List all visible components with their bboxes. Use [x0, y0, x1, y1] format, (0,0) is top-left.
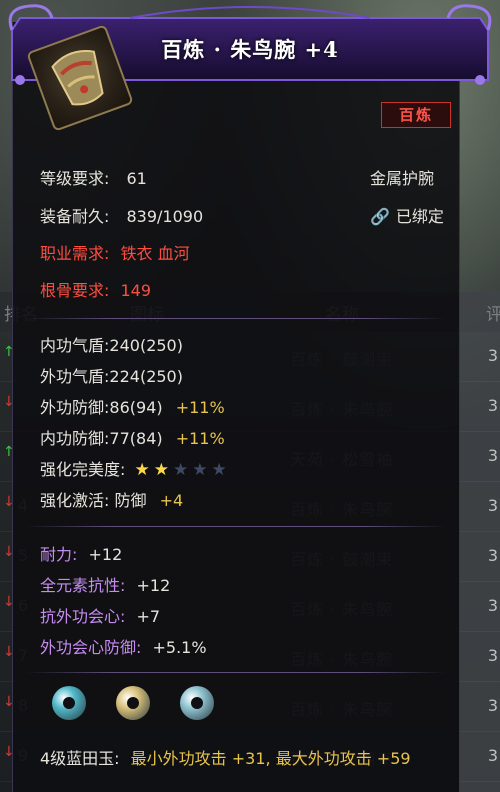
stat-label: 外功防御: — [40, 398, 110, 417]
refine-stars: ★ ★ ★ ★ ★ — [131, 460, 227, 480]
quality-badge: 百炼 — [381, 102, 451, 128]
activation-value: 防御 — [114, 491, 147, 510]
star-icon: ★ — [153, 460, 169, 480]
level-requirement-label: 等级要求: — [40, 169, 110, 188]
extra-stat-row: 全元素抗性: +12 — [40, 572, 170, 596]
stat-label: 外功气盾: — [40, 367, 110, 386]
jade-ring-icon[interactable] — [52, 686, 86, 720]
durability-value: 839/1090 — [126, 207, 204, 226]
ranking-row-score: 3 — [487, 746, 498, 765]
ranking-row-score: 3 — [487, 546, 498, 565]
bone-requirement: 根骨要求: 149 — [40, 277, 151, 301]
extra-stat-row: 耐力: +12 — [40, 541, 122, 565]
jade-ring-icon[interactable] — [180, 686, 214, 720]
ranking-row-score: 3 — [487, 346, 498, 365]
gem-effect: 4级蓝田玉: 最小外功攻击 +31, 最大外功攻击 +59 — [40, 744, 470, 774]
extra-stat-value: +12 — [88, 545, 123, 564]
ranking-row-score: 3 — [487, 696, 498, 715]
refine-activation: 强化激活: 防御 +4 — [40, 487, 183, 511]
stat-label: 内功气盾: — [40, 336, 110, 355]
gold-disc-icon[interactable] — [116, 686, 150, 720]
extra-stat-label: 全元素抗性: — [40, 576, 126, 595]
ranking-row-score: 3 — [487, 596, 498, 615]
durability-label: 装备耐久: — [40, 207, 110, 226]
extra-stat-label: 抗外功会心: — [40, 607, 126, 626]
bone-requirement-value: 149 — [120, 281, 152, 300]
item-type: 金属护腕 — [370, 169, 435, 188]
stat-value: 224(250) — [109, 367, 183, 386]
ranking-row-score: 3 — [487, 496, 498, 515]
extra-stat-row: 抗外功会心: +7 — [40, 603, 160, 627]
class-requirement: 职业需求: 铁衣 血河 — [40, 240, 190, 264]
bone-requirement-label: 根骨要求: — [40, 281, 110, 300]
column-score[interactable]: 评 — [486, 300, 500, 325]
bind-status-text: 已绑定 — [395, 207, 444, 226]
level-requirement-value: 61 — [126, 169, 147, 188]
lock-icon: 🔗 — [370, 207, 390, 226]
stat-label: 内功防御: — [40, 429, 110, 448]
section-divider — [26, 318, 446, 319]
stat-value: 240(250) — [109, 336, 183, 355]
gem-label: 4级蓝田玉: — [40, 749, 120, 768]
gem-effect-text: 最小外功攻击 +31, 最大外功攻击 +59 — [130, 749, 411, 768]
stat-row: 外功气盾:224(250) — [40, 363, 183, 387]
star-icon: ★ — [192, 460, 208, 480]
star-icon: ★ — [173, 460, 189, 480]
star-icon: ★ — [211, 460, 227, 480]
stat-row: 内功气盾:240(250) — [40, 332, 183, 356]
extra-stat-value: +12 — [136, 576, 171, 595]
stat-bonus: +11% — [175, 398, 225, 417]
level-requirement: 等级要求: 61 — [40, 165, 147, 189]
ranking-row-score: 3 — [487, 646, 498, 665]
extra-stat-label: 外功会心防御: — [40, 638, 142, 657]
extra-stat-row: 外功会心防御: +5.1% — [40, 634, 207, 658]
stat-row: 外功防御:86(94) +11% — [40, 394, 225, 418]
extra-stat-value: +7 — [136, 607, 161, 626]
section-divider — [26, 526, 446, 527]
extra-stat-label: 耐力: — [40, 545, 78, 564]
section-divider — [26, 672, 446, 673]
star-icon: ★ — [134, 460, 150, 480]
refine-perfection: 强化完美度: ★ ★ ★ ★ ★ — [40, 456, 227, 480]
ranking-row-score: 3 — [487, 446, 498, 465]
class-requirement-label: 职业需求: — [40, 244, 110, 263]
bind-status: 🔗 已绑定 — [370, 203, 444, 227]
durability: 装备耐久: 839/1090 — [40, 203, 203, 227]
activation-label: 强化激活: — [40, 491, 110, 510]
stat-bonus: +11% — [175, 429, 225, 448]
activation-bonus: +4 — [159, 491, 184, 510]
stat-row: 内功防御:77(84) +11% — [40, 425, 225, 449]
ranking-row-score: 3 — [487, 396, 498, 415]
class-requirement-value: 铁衣 血河 — [120, 244, 190, 263]
extra-stat-value: +5.1% — [152, 638, 207, 657]
refine-label: 强化完美度: — [40, 460, 126, 479]
stat-value: 77(84) — [109, 429, 163, 448]
stat-value: 86(94) — [109, 398, 163, 417]
